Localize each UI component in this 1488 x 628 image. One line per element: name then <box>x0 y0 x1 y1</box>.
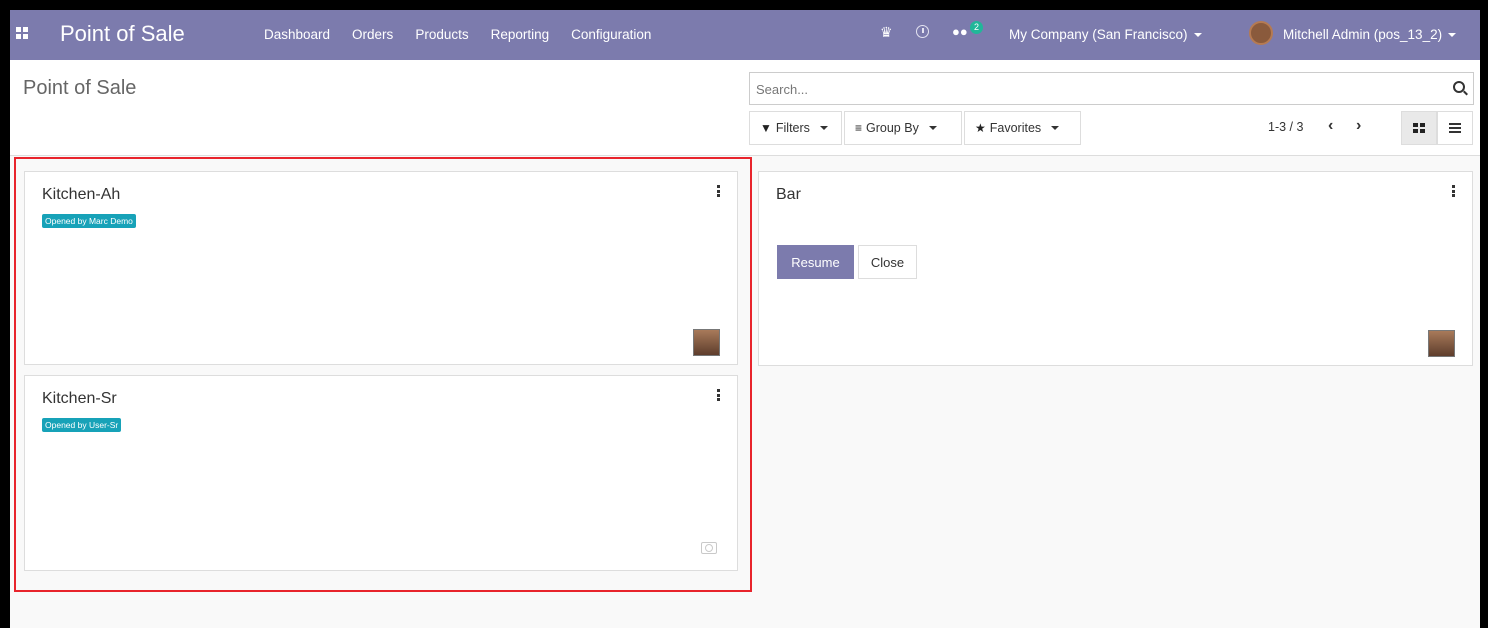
card-title: Kitchen-Sr <box>42 390 117 407</box>
app-brand[interactable]: Point of Sale <box>60 21 185 47</box>
card-menu-icon[interactable] <box>717 185 721 197</box>
company-name: My Company (San Francisco) <box>1009 27 1188 42</box>
close-button[interactable]: Close <box>858 245 917 279</box>
top-navbar: Point of Sale Dashboard Orders Products … <box>10 10 1480 60</box>
star-icon: ★ <box>975 121 986 135</box>
menu-configuration[interactable]: Configuration <box>571 27 651 42</box>
filter-icon: ▼ <box>760 121 772 135</box>
kanban-icon <box>1413 123 1425 133</box>
activity-clock-icon[interactable] <box>916 25 929 38</box>
group-by-button[interactable]: ≡ Group By <box>844 111 962 145</box>
user-name: Mitchell Admin (pos_13_2) <box>1283 27 1443 42</box>
chat-icon[interactable]: ●● <box>952 24 968 39</box>
search-icon[interactable] <box>1453 81 1465 93</box>
filters-button[interactable]: ▼ Filters <box>749 111 842 145</box>
apps-menu-icon[interactable] <box>16 27 28 39</box>
camera-icon <box>701 542 717 554</box>
app-window: Point of Sale Dashboard Orders Products … <box>10 10 1480 628</box>
pos-card-kitchen-ah[interactable]: Kitchen-Ah Opened by Marc Demo <box>24 171 738 365</box>
menu-products[interactable]: Products <box>415 27 468 42</box>
session-status-badge: Opened by User-Sr <box>42 418 122 432</box>
card-menu-icon[interactable] <box>1452 185 1456 197</box>
card-title: Kitchen-Ah <box>42 186 121 203</box>
group-by-label: Group By <box>866 121 919 135</box>
pager-previous-icon[interactable]: ‹ <box>1328 117 1333 135</box>
main-menu: Dashboard Orders Products Reporting Conf… <box>264 27 651 42</box>
breadcrumb-title: Point of Sale <box>23 77 137 99</box>
caret-down-icon <box>928 126 937 130</box>
filters-label: Filters <box>775 121 810 135</box>
search-input[interactable] <box>756 79 1436 99</box>
chat-count-badge: 2 <box>970 21 983 34</box>
company-switcher[interactable]: My Company (San Francisco) <box>1009 27 1202 42</box>
card-title: Bar <box>776 186 801 203</box>
menu-dashboard[interactable]: Dashboard <box>264 27 330 42</box>
favorites-button[interactable]: ★ Favorites <box>964 111 1081 145</box>
pager-value[interactable]: 1-3 / 3 <box>1268 120 1303 134</box>
control-panel: Point of Sale ▼ Filters ≡ Group By ★ Fav… <box>10 60 1480 156</box>
caret-down-icon <box>1193 33 1202 38</box>
debug-icon[interactable]: ♛ <box>880 24 893 41</box>
caret-down-icon <box>819 126 828 130</box>
bars-icon: ≡ <box>855 121 863 135</box>
pos-card-kitchen-sr[interactable]: Kitchen-Sr Opened by User-Sr <box>24 375 738 571</box>
list-icon <box>1449 121 1461 135</box>
favorites-label: Favorites <box>989 121 1042 135</box>
user-avatar <box>693 329 720 356</box>
kanban-view-button[interactable] <box>1401 111 1437 145</box>
caret-down-icon <box>1051 126 1060 130</box>
resume-button[interactable]: Resume <box>777 245 854 279</box>
search-box <box>749 72 1474 105</box>
caret-down-icon <box>1448 33 1457 38</box>
list-view-button[interactable] <box>1437 111 1473 145</box>
session-status-badge: Opened by Marc Demo <box>42 214 136 228</box>
user-menu[interactable]: Mitchell Admin (pos_13_2) <box>1283 27 1457 42</box>
pager-next-icon[interactable]: › <box>1356 117 1361 135</box>
menu-reporting[interactable]: Reporting <box>491 27 550 42</box>
card-menu-icon[interactable] <box>717 389 721 401</box>
user-avatar[interactable] <box>1249 21 1273 45</box>
menu-orders[interactable]: Orders <box>352 27 393 42</box>
user-avatar <box>1428 330 1455 357</box>
